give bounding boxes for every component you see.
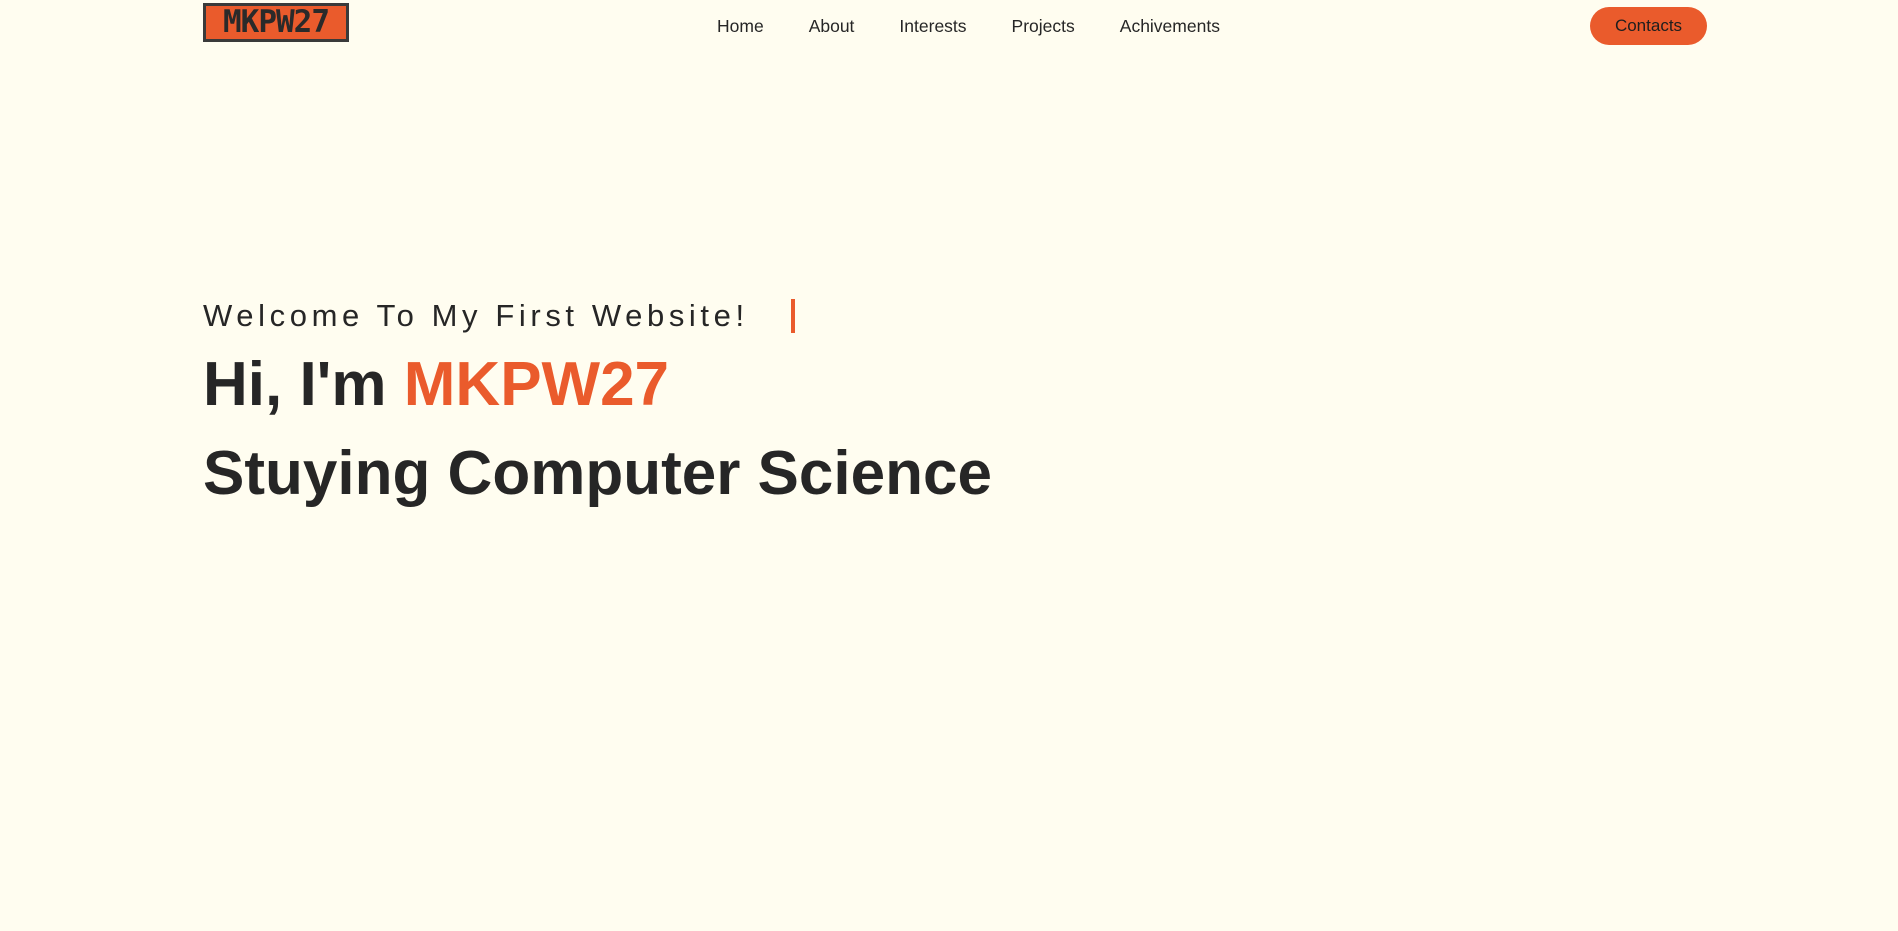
welcome-row: Welcome To My First Website! (203, 295, 992, 337)
greeting-name: MKPW27 (403, 350, 670, 419)
nav-link-achivements[interactable]: Achivements (1120, 15, 1220, 37)
subtitle-heading: Stuying Computer Science (203, 439, 992, 508)
navbar: MKPW27 Home About Interests Projects Ach… (0, 0, 1898, 50)
nav-link-home[interactable]: Home (717, 15, 764, 37)
site-logo[interactable]: MKPW27 (203, 3, 349, 42)
greeting-heading: Hi, I'm MKPW27 (203, 349, 992, 421)
nav-links: Home About Interests Projects Achivement… (717, 15, 1220, 37)
typing-cursor (790, 299, 795, 333)
welcome-text: Welcome To My First Website! (203, 298, 749, 333)
hero-section: Welcome To My First Website! Hi, I'm MKP… (203, 295, 992, 510)
nav-link-projects[interactable]: Projects (1012, 15, 1075, 37)
contacts-button[interactable]: Contacts (1590, 7, 1707, 45)
page: MKPW27 Home About Interests Projects Ach… (0, 0, 1898, 931)
nav-link-interests[interactable]: Interests (899, 15, 966, 37)
nav-link-about[interactable]: About (809, 15, 855, 37)
greeting-prefix: Hi, I'm (203, 350, 404, 419)
